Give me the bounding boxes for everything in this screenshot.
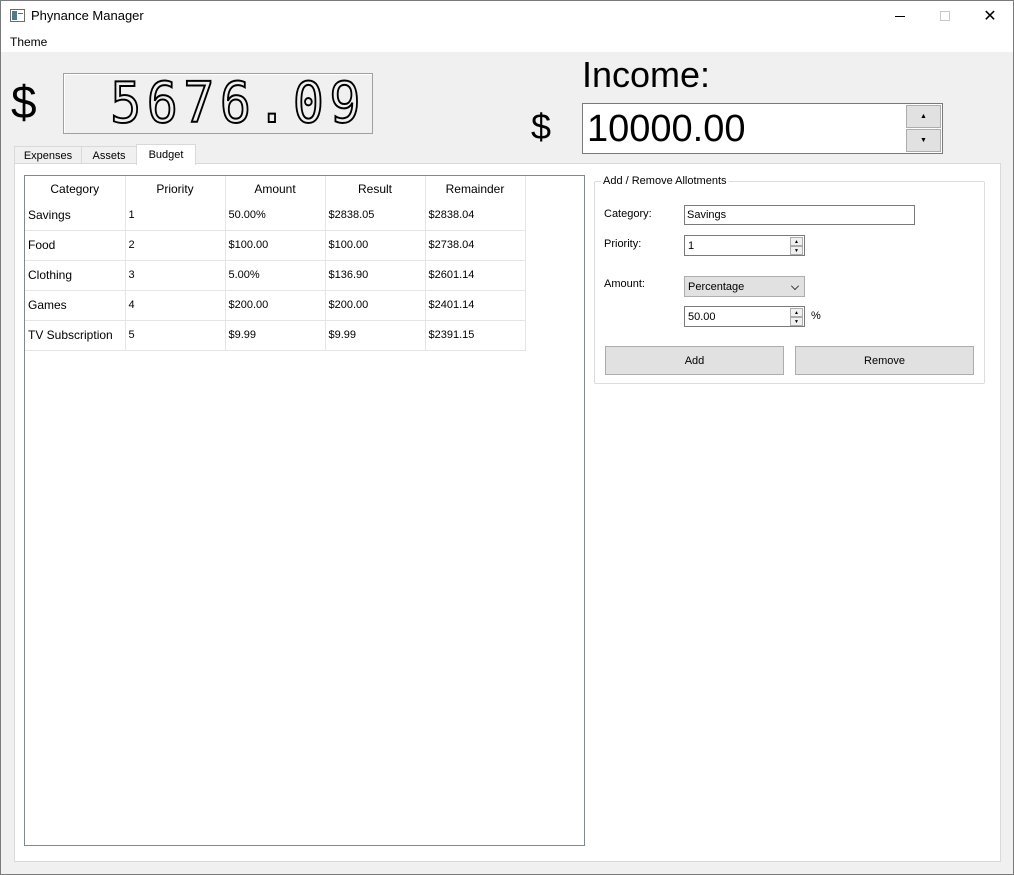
table-cell[interactable]: Clothing	[25, 260, 126, 291]
table-cell[interactable]: $9.99	[325, 320, 426, 351]
table-cell[interactable]: $2601.14	[425, 260, 526, 291]
arrow-up-icon: ▲	[920, 113, 927, 120]
income-label: Income:	[582, 54, 711, 95]
table-cell[interactable]: $2401.14	[425, 290, 526, 321]
category-input[interactable]: Savings	[684, 205, 915, 225]
table-row[interactable]: Games 4 $200.00 $200.00 $2401.14	[25, 290, 526, 321]
amount-increment-button[interactable]: ▲	[790, 308, 803, 317]
income-spinbox[interactable]: 10000.00 ▲ ▼	[582, 103, 943, 154]
table-cell[interactable]: $100.00	[225, 230, 326, 261]
balance-value: 5676.09	[109, 71, 366, 136]
close-icon: ✕	[983, 8, 997, 25]
amount-spinbox[interactable]: 50.00 ▲ ▼	[684, 306, 805, 327]
arrow-down-icon: ▼	[794, 318, 799, 325]
remove-button[interactable]: Remove	[795, 346, 974, 375]
budget-table[interactable]: Category Priority Amount Result Remainde…	[24, 175, 585, 846]
percent-unit-label: %	[811, 310, 821, 322]
table-cell[interactable]: 5.00%	[225, 260, 326, 291]
priority-increment-button[interactable]: ▲	[790, 237, 803, 246]
arrow-down-icon: ▼	[920, 137, 927, 144]
allotments-group-title: Add / Remove Allotments	[601, 175, 729, 187]
table-cell[interactable]: 5	[125, 320, 226, 351]
amount-label: Amount:	[604, 278, 645, 290]
table-cell[interactable]: 4	[125, 290, 226, 321]
table-cell[interactable]: 1	[125, 200, 226, 231]
window-title: Phynance Manager	[31, 8, 144, 23]
amount-type-dropdown[interactable]: Percentage	[684, 276, 805, 297]
column-header-priority[interactable]: Priority	[125, 176, 226, 200]
main-window: Phynance Manager ✕ Theme $ 5676.09 Incom…	[0, 0, 1014, 875]
category-label: Category:	[604, 208, 652, 220]
income-decrement-button[interactable]: ▼	[906, 129, 941, 152]
close-button[interactable]: ✕	[967, 1, 1013, 31]
table-cell[interactable]: $9.99	[225, 320, 326, 351]
table-cell[interactable]: 3	[125, 260, 226, 291]
table-cell[interactable]: $200.00	[225, 290, 326, 321]
table-cell[interactable]: $136.90	[325, 260, 426, 291]
table-cell[interactable]: $2838.04	[425, 200, 526, 231]
table-row[interactable]: Savings 1 50.00% $2838.05 $2838.04	[25, 200, 526, 231]
arrow-up-icon: ▲	[794, 309, 799, 316]
table-cell[interactable]: $200.00	[325, 290, 426, 321]
table-cell[interactable]: $100.00	[325, 230, 426, 261]
minimize-icon	[895, 15, 905, 17]
menu-theme[interactable]: Theme	[10, 35, 47, 49]
table-cell[interactable]: $2838.05	[325, 200, 426, 231]
income-increment-button[interactable]: ▲	[906, 105, 941, 128]
maximize-icon	[940, 11, 950, 21]
tab-expenses[interactable]: Expenses	[14, 146, 82, 164]
income-currency-symbol: $	[531, 106, 552, 147]
balance-lcd-display: 5676.09	[63, 73, 373, 134]
menu-bar: Theme	[1, 31, 1013, 52]
table-cell[interactable]: $2391.15	[425, 320, 526, 351]
table-cell[interactable]: Savings	[25, 200, 126, 231]
table-cell[interactable]: Games	[25, 290, 126, 321]
table-row[interactable]: TV Subscription 5 $9.99 $9.99 $2391.15	[25, 320, 526, 351]
amount-value[interactable]: 50.00	[688, 311, 716, 323]
tab-budget[interactable]: Budget	[136, 144, 196, 165]
income-spin-buttons: ▲ ▼	[906, 105, 941, 152]
maximize-button[interactable]	[922, 1, 968, 31]
column-header-result[interactable]: Result	[325, 176, 426, 200]
table-row[interactable]: Clothing 3 5.00% $136.90 $2601.14	[25, 260, 526, 291]
table-row[interactable]: Food 2 $100.00 $100.00 $2738.04	[25, 230, 526, 261]
table-cell[interactable]: 2	[125, 230, 226, 261]
tab-assets[interactable]: Assets	[81, 146, 137, 164]
arrow-up-icon: ▲	[794, 238, 799, 245]
priority-spinbox[interactable]: 1 ▲ ▼	[684, 235, 805, 256]
income-value[interactable]: 10000.00	[587, 109, 746, 149]
column-header-remainder[interactable]: Remainder	[425, 176, 526, 200]
table-cell[interactable]: $2738.04	[425, 230, 526, 261]
table-header-row: Category Priority Amount Result Remainde…	[25, 176, 526, 200]
title-bar: Phynance Manager ✕	[1, 1, 1013, 31]
add-button[interactable]: Add	[605, 346, 784, 375]
table-cell[interactable]: TV Subscription	[25, 320, 126, 351]
balance-currency-symbol: $	[11, 76, 37, 128]
amount-decrement-button[interactable]: ▼	[790, 317, 803, 326]
amount-type-value: Percentage	[688, 281, 745, 293]
priority-label: Priority:	[604, 238, 642, 250]
app-icon	[10, 9, 25, 22]
minimize-button[interactable]	[877, 1, 923, 31]
table-cell[interactable]: Food	[25, 230, 126, 261]
arrow-down-icon: ▼	[794, 247, 799, 254]
chevron-down-icon	[791, 282, 799, 290]
column-header-amount[interactable]: Amount	[225, 176, 326, 200]
priority-decrement-button[interactable]: ▼	[790, 246, 803, 255]
table-cell[interactable]: 50.00%	[225, 200, 326, 231]
column-header-category[interactable]: Category	[25, 176, 126, 200]
priority-value[interactable]: 1	[688, 240, 694, 252]
